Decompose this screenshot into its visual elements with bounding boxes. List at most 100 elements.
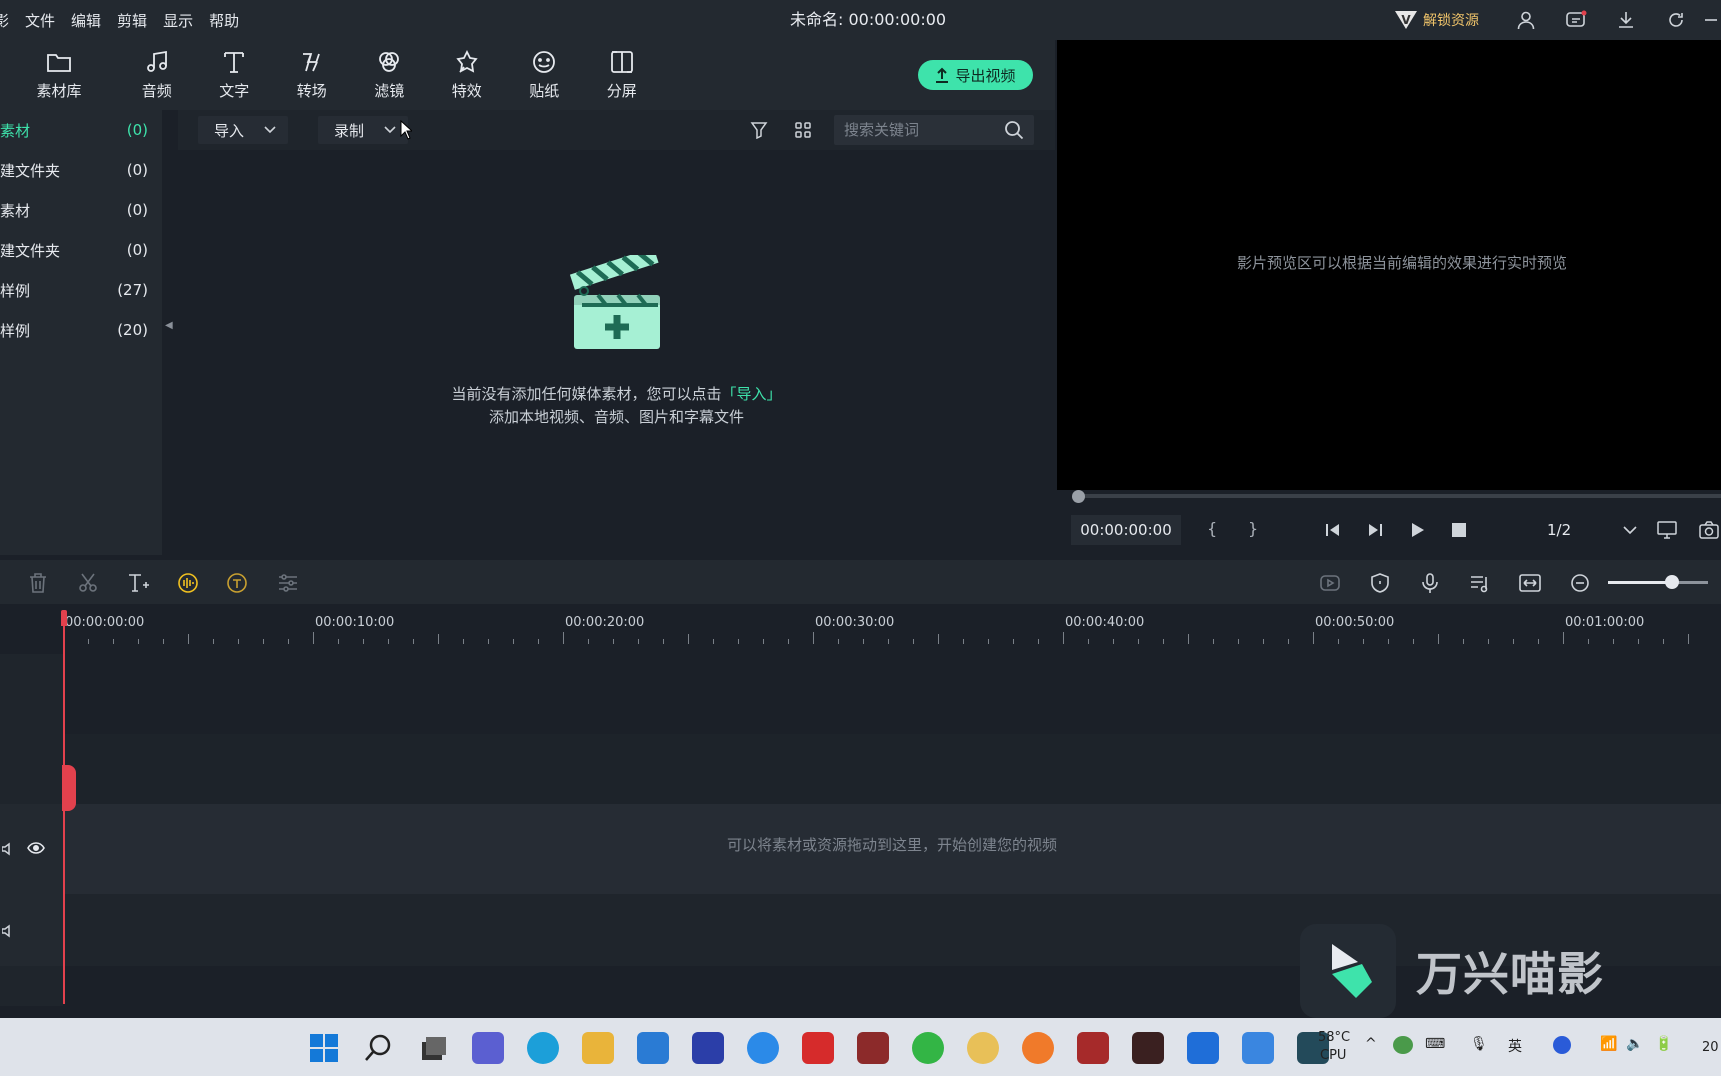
battery-icon[interactable]: 🔋 [1655,1036,1672,1052]
menu-app[interactable]: 影 [0,10,17,31]
minimize-icon[interactable] [1701,0,1721,40]
microphone-icon[interactable] [1419,572,1441,594]
tool-text[interactable]: 文字 [196,40,274,110]
sidebar-item-shared-folder[interactable]: 建文件夹 (0) [0,230,162,270]
sidebar-item-sample-colors[interactable]: 样例 (27) [0,270,162,310]
keyboard-icon[interactable]: ⌨ [1425,1036,1445,1052]
tray-mic-icon[interactable]: 🎙 [1470,1036,1488,1052]
umbrella-app-icon[interactable] [1132,1032,1164,1064]
export-video-button[interactable]: 导出视频 [918,60,1033,90]
orange-app-icon[interactable] [1022,1032,1054,1064]
video-track-drop-zone[interactable]: 可以将素材或资源拖动到这里，开始创建您的视频 [63,804,1721,894]
clock[interactable]: 20 [1702,1040,1719,1055]
delete-icon[interactable] [27,572,49,594]
timeline-zoom-slider[interactable] [1608,575,1708,589]
playhead-cap[interactable] [61,610,67,626]
add-text-icon[interactable] [127,572,149,594]
grid-view-icon[interactable] [794,121,812,139]
import-link[interactable]: 「导入」 [722,385,782,403]
track-empty[interactable] [63,734,1721,804]
tool-filter[interactable]: 滤镜 [351,40,429,110]
sidebar-item-shared-media[interactable]: 素材 (0) [0,190,162,230]
tray-app-icon[interactable] [1393,1036,1413,1054]
tool-sticker[interactable]: 贴纸 [506,40,584,110]
previous-frame-icon[interactable] [1324,522,1342,538]
ime-icon[interactable] [1553,1036,1571,1054]
import-dropdown[interactable]: 导入 [198,116,289,144]
character-app-icon[interactable] [967,1032,999,1064]
playhead-handle[interactable] [62,765,76,811]
edge-browser-icon[interactable] [527,1032,559,1064]
speaker-icon[interactable] [2,924,12,938]
task-view-icon[interactable] [418,1032,450,1064]
messages-icon[interactable] [1551,0,1601,40]
fit-timeline-icon[interactable] [1519,572,1541,594]
render-preview-icon[interactable] [1319,572,1341,594]
collapse-sidebar-icon[interactable]: ◀ [165,320,175,340]
input-language[interactable]: 英 [1508,1036,1522,1056]
eye-icon[interactable] [27,842,45,854]
ruler-label: 00:01:00:00 [1565,615,1645,630]
mark-out-icon[interactable]: } [1248,519,1258,538]
sidebar-item-sample-videos[interactable]: 样例 (20) [0,310,162,350]
volume-icon[interactable]: 🔈 [1626,1036,1643,1052]
taskbar-search-icon[interactable] [363,1032,395,1064]
preview-quality-select[interactable]: 1/2 [1527,515,1637,545]
search-input[interactable] [844,121,994,139]
speech-to-text-icon[interactable] [226,572,248,594]
progress-knob[interactable] [1072,490,1085,503]
adjust-sliders-icon[interactable] [277,572,299,594]
search-icon[interactable] [1004,120,1024,140]
file-explorer-icon[interactable] [582,1032,614,1064]
game-app-icon[interactable] [857,1032,889,1064]
menu-clip[interactable]: 剪辑 [109,10,155,31]
download-icon[interactable] [1601,0,1651,40]
audio-detect-icon[interactable] [177,572,199,594]
audio-mixer-icon[interactable] [1469,572,1491,594]
record-dropdown[interactable]: 录制 [318,116,409,144]
speaker-icon[interactable] [2,842,12,856]
menu-view[interactable]: 显示 [155,10,201,31]
wifi-icon[interactable]: 📶 [1600,1036,1617,1052]
security-app-icon[interactable] [912,1032,944,1064]
stop-icon[interactable] [1452,523,1466,537]
red-arrow-app-icon[interactable] [802,1032,834,1064]
next-frame-icon[interactable] [1366,522,1384,538]
sogou-icon[interactable] [747,1032,779,1064]
blue-app-icon[interactable] [1187,1032,1219,1064]
snapshot-camera-icon[interactable] [1699,521,1719,539]
media-library-area[interactable]: 当前没有添加任何媒体素材，您可以点击「导入」 添加本地视频、音频、图片和字幕文件 [178,150,1055,555]
clapperboard-add-icon[interactable] [570,255,666,351]
sidebar-item-new-folder[interactable]: 建文件夹 (0) [0,150,162,190]
zoom-out-icon[interactable] [1569,572,1591,594]
game-app-icon-2[interactable] [1077,1032,1109,1064]
play-icon[interactable] [1409,522,1425,538]
timeline-ruler[interactable]: 00:00:00:00 00:00:10:00 00:00:20:00 00:0… [0,604,1721,654]
unlock-resources-button[interactable]: V 解锁资源 [1395,10,1479,30]
marker-shield-icon[interactable] [1369,572,1391,594]
feishu-app-icon[interactable] [1242,1032,1274,1064]
tool-audio[interactable]: 音频 [118,40,196,110]
tool-effects[interactable]: 特效 [428,40,506,110]
app-m-icon[interactable] [692,1032,724,1064]
user-icon[interactable] [1501,0,1551,40]
tool-media[interactable]: 素材库 [0,40,118,110]
scissors-icon[interactable] [77,572,99,594]
tool-split-screen[interactable]: 分屏 [583,40,661,110]
display-settings-icon[interactable] [1657,521,1677,539]
menu-file[interactable]: 文件 [17,10,63,31]
zoom-slider-knob[interactable] [1665,575,1679,589]
mark-in-icon[interactable]: { [1207,519,1217,538]
teams-chat-icon[interactable] [472,1032,504,1064]
filter-funnel-icon[interactable] [750,121,768,139]
tool-transition[interactable]: 转场 [273,40,351,110]
track-empty-top[interactable] [63,654,1721,734]
refresh-icon[interactable] [1651,0,1701,40]
menu-help[interactable]: 帮助 [201,10,247,31]
mail-icon[interactable] [637,1032,669,1064]
menu-edit[interactable]: 编辑 [63,10,109,31]
preview-progress-bar[interactable] [1057,490,1721,504]
windows-start-icon[interactable] [308,1032,340,1064]
sidebar-item-project-media[interactable]: 素材 (0) [0,110,162,150]
tray-overflow-icon[interactable]: ^ [1365,1036,1377,1052]
